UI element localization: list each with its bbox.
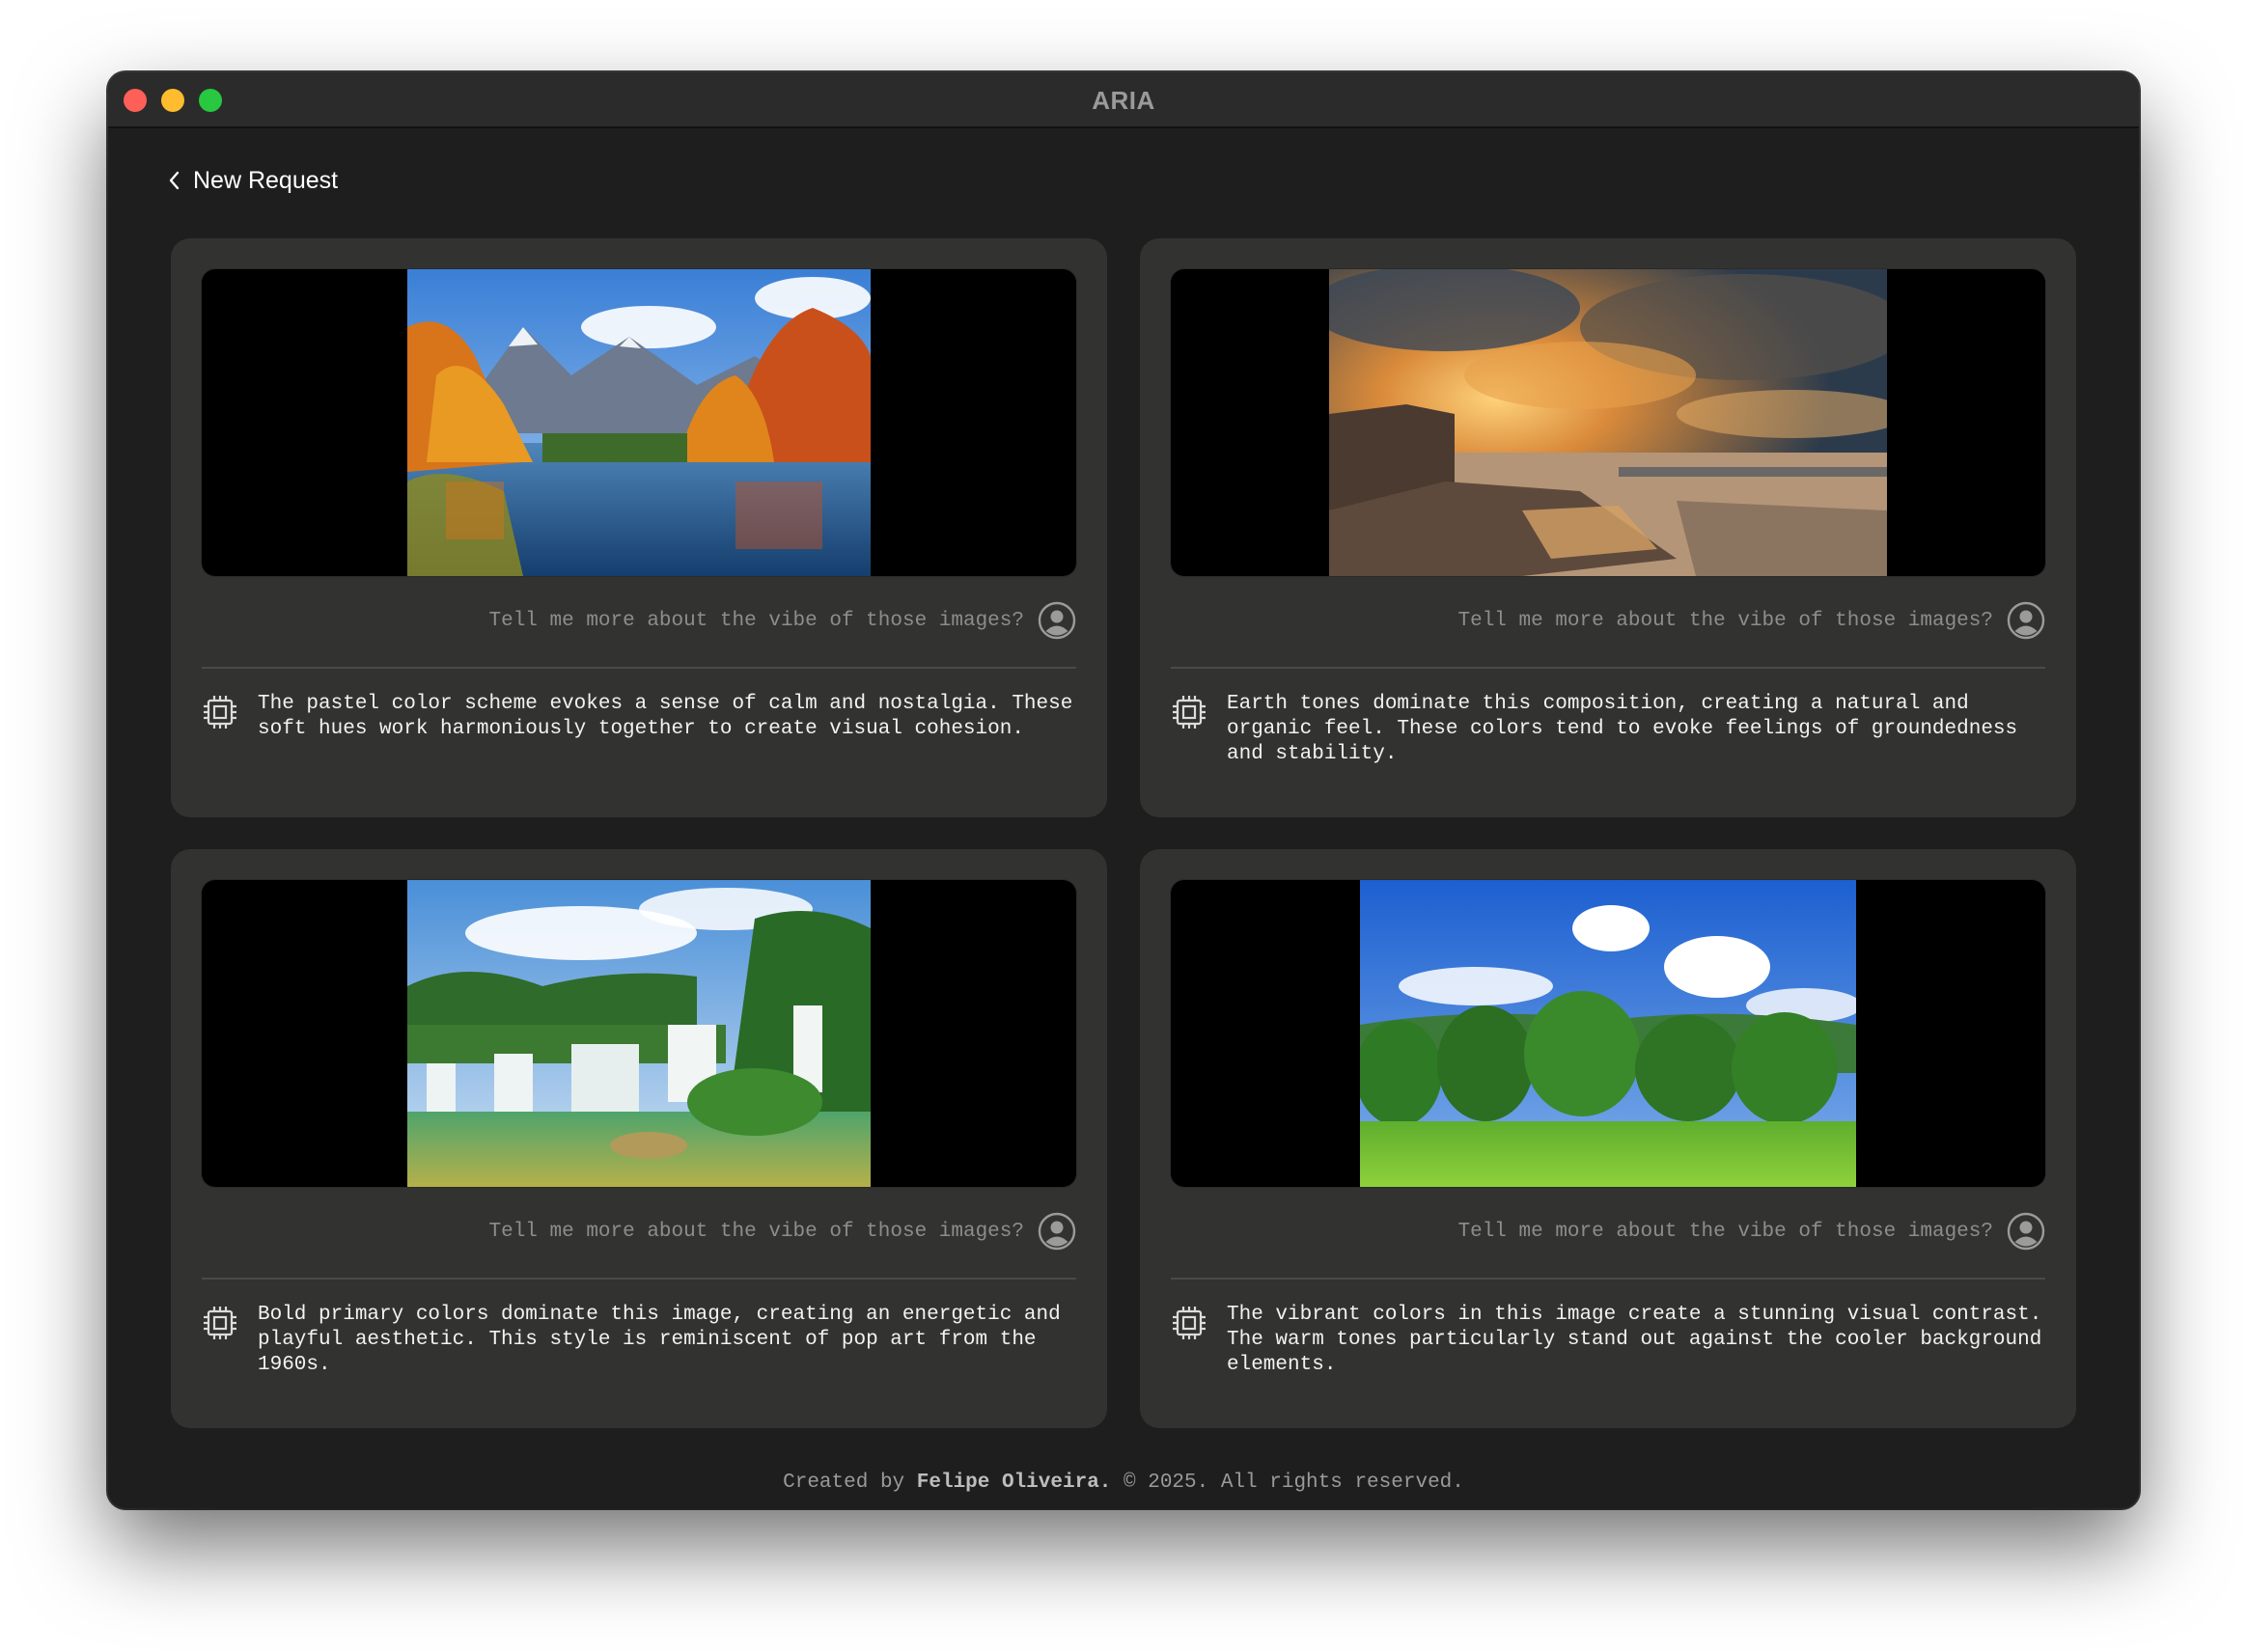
cpu-chip-icon [1173,696,1206,729]
divider [202,1278,1076,1280]
image-frame [202,269,1076,576]
chevron-left-icon [169,171,180,190]
image-frame [1171,880,2045,1187]
assistant-message: Bold primary colors dominate this image,… [202,1303,1076,1378]
divider [1171,667,2045,669]
window-title: ARIA [1092,86,1155,115]
cpu-chip-icon [204,696,236,729]
user-message: Tell me more about the vibe of those ima… [489,1211,1077,1252]
assistant-response-text: The pastel color scheme evokes a sense o… [258,693,1073,740]
back-label: New Request [193,166,339,194]
assistant-response-text: The vibrant colors in this image create … [1227,1304,2042,1376]
assistant-response-text: Bold primary colors dominate this image,… [258,1304,1061,1376]
sunset-rocky-coast-photo[interactable] [1329,269,1887,576]
result-card: Tell me more about the vibe of those ima… [1140,238,2076,817]
cpu-chip-icon [1173,1307,1206,1339]
user-message: Tell me more about the vibe of those ima… [1458,1211,2046,1252]
user-prompt-text: Tell me more about the vibe of those ima… [1457,1220,1994,1243]
user-message: Tell me more about the vibe of those ima… [1458,600,2046,641]
user-avatar-icon [1038,1212,1076,1251]
assistant-message: The pastel color scheme evokes a sense o… [202,692,1076,742]
footer-prefix: Created by [783,1472,905,1494]
user-prompt-text: Tell me more about the vibe of those ima… [488,609,1025,632]
title-bar: ARIA [108,72,2139,128]
autumn-mountain-lake-photo[interactable] [407,269,871,576]
user-message: Tell me more about the vibe of those ima… [489,600,1077,641]
footer-author: Felipe Oliveira. [916,1472,1112,1494]
assistant-message: The vibrant colors in this image create … [1171,1303,2045,1378]
app-window: ARIA New Request Tell me more about the … [108,72,2139,1508]
user-avatar-icon [2007,1212,2045,1251]
user-prompt-text: Tell me more about the vibe of those ima… [488,1220,1025,1243]
result-card: Tell me more about the vibe of those ima… [171,238,1107,817]
user-avatar-icon [2007,601,2045,640]
assistant-response-text: Earth tones dominate this composition, c… [1227,693,2018,765]
user-prompt-text: Tell me more about the vibe of those ima… [1457,609,1994,632]
footer: Created by Felipe Oliveira. © 2025. All … [108,1472,2139,1494]
new-request-back-button[interactable]: New Request [168,161,338,200]
assistant-message: Earth tones dominate this composition, c… [1171,692,2045,767]
tropical-waterfall-photo[interactable] [407,880,871,1187]
result-card: Tell me more about the vibe of those ima… [1140,849,2076,1428]
user-avatar-icon [1038,601,1076,640]
result-card: Tell me more about the vibe of those ima… [171,849,1107,1428]
green-forest-meadow-photo[interactable] [1360,880,1856,1187]
divider [202,667,1076,669]
cpu-chip-icon [204,1307,236,1339]
divider [1171,1278,2045,1280]
image-frame [1171,269,2045,576]
image-frame [202,880,1076,1187]
footer-copyright: © 2025. All rights reserved. [1124,1472,1464,1494]
